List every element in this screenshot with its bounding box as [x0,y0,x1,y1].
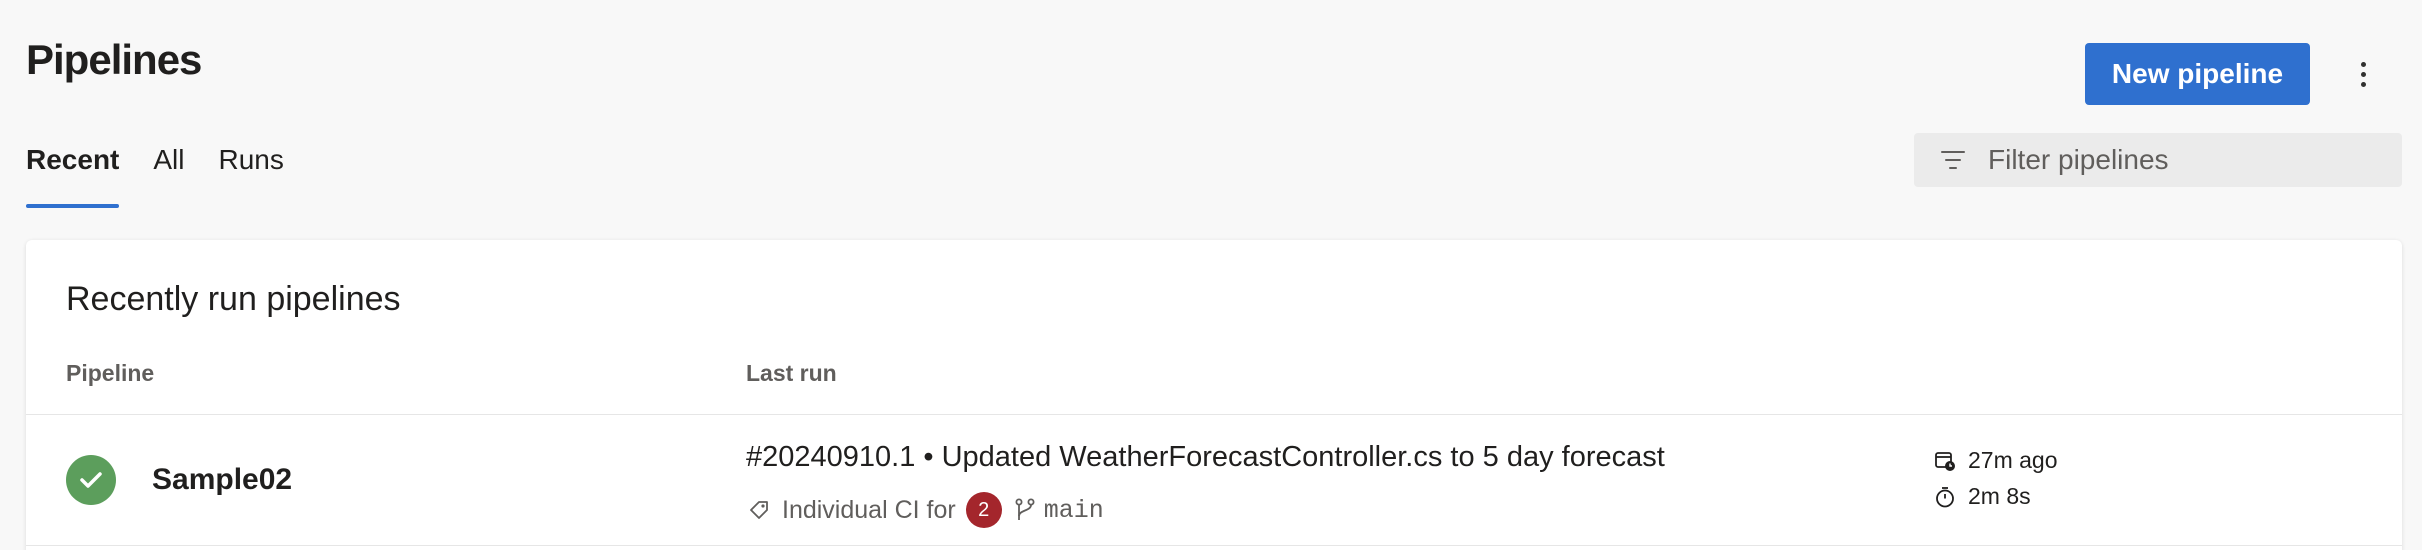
row-divider [26,545,2402,546]
run-ago: 27m ago [1968,447,2058,473]
branch-name[interactable]: main [1044,496,1104,525]
more-vertical-icon [2360,61,2366,67]
filter-input[interactable] [1988,144,2402,176]
run-duration: 2m 8s [1934,483,2031,510]
calendar-clock-icon [1935,451,1955,471]
run-meta: Individual CI for 2 main [748,492,1104,528]
tab-bar: Recent All Runs [26,140,318,208]
pipeline-name[interactable]: Sample02 [152,463,292,497]
page-title: Pipelines [26,36,202,83]
new-pipeline-button[interactable]: New pipeline [2085,43,2310,105]
more-options-button[interactable] [2345,52,2381,96]
run-title[interactable]: #20240910.1 • Updated WeatherForecastCon… [746,441,1665,474]
filter-box[interactable] [1914,133,2402,187]
filter-icon [1938,145,1968,175]
tab-all[interactable]: All [153,140,184,208]
tab-runs[interactable]: Runs [219,140,284,208]
check-circle-icon [66,455,116,505]
tab-recent[interactable]: Recent [26,140,120,208]
trigger-count-badge[interactable]: 2 [965,492,1002,528]
column-header-last-run: Last run [746,360,837,386]
tag-icon [750,501,768,519]
recent-pipelines-card: Recently run pipelines Pipeline Last run… [26,240,2402,550]
run-time: 27m ago [1934,447,2058,474]
stopwatch-icon [1936,486,1954,507]
pipeline-row[interactable]: Sample02 #20240910.1 • Updated WeatherFo… [26,415,2402,546]
run-duration-value: 2m 8s [1968,483,2031,509]
branch-icon [1015,498,1035,520]
column-header-pipeline: Pipeline [66,360,155,386]
section-title: Recently run pipelines [66,280,401,318]
trigger-text: Individual CI for [782,495,956,524]
